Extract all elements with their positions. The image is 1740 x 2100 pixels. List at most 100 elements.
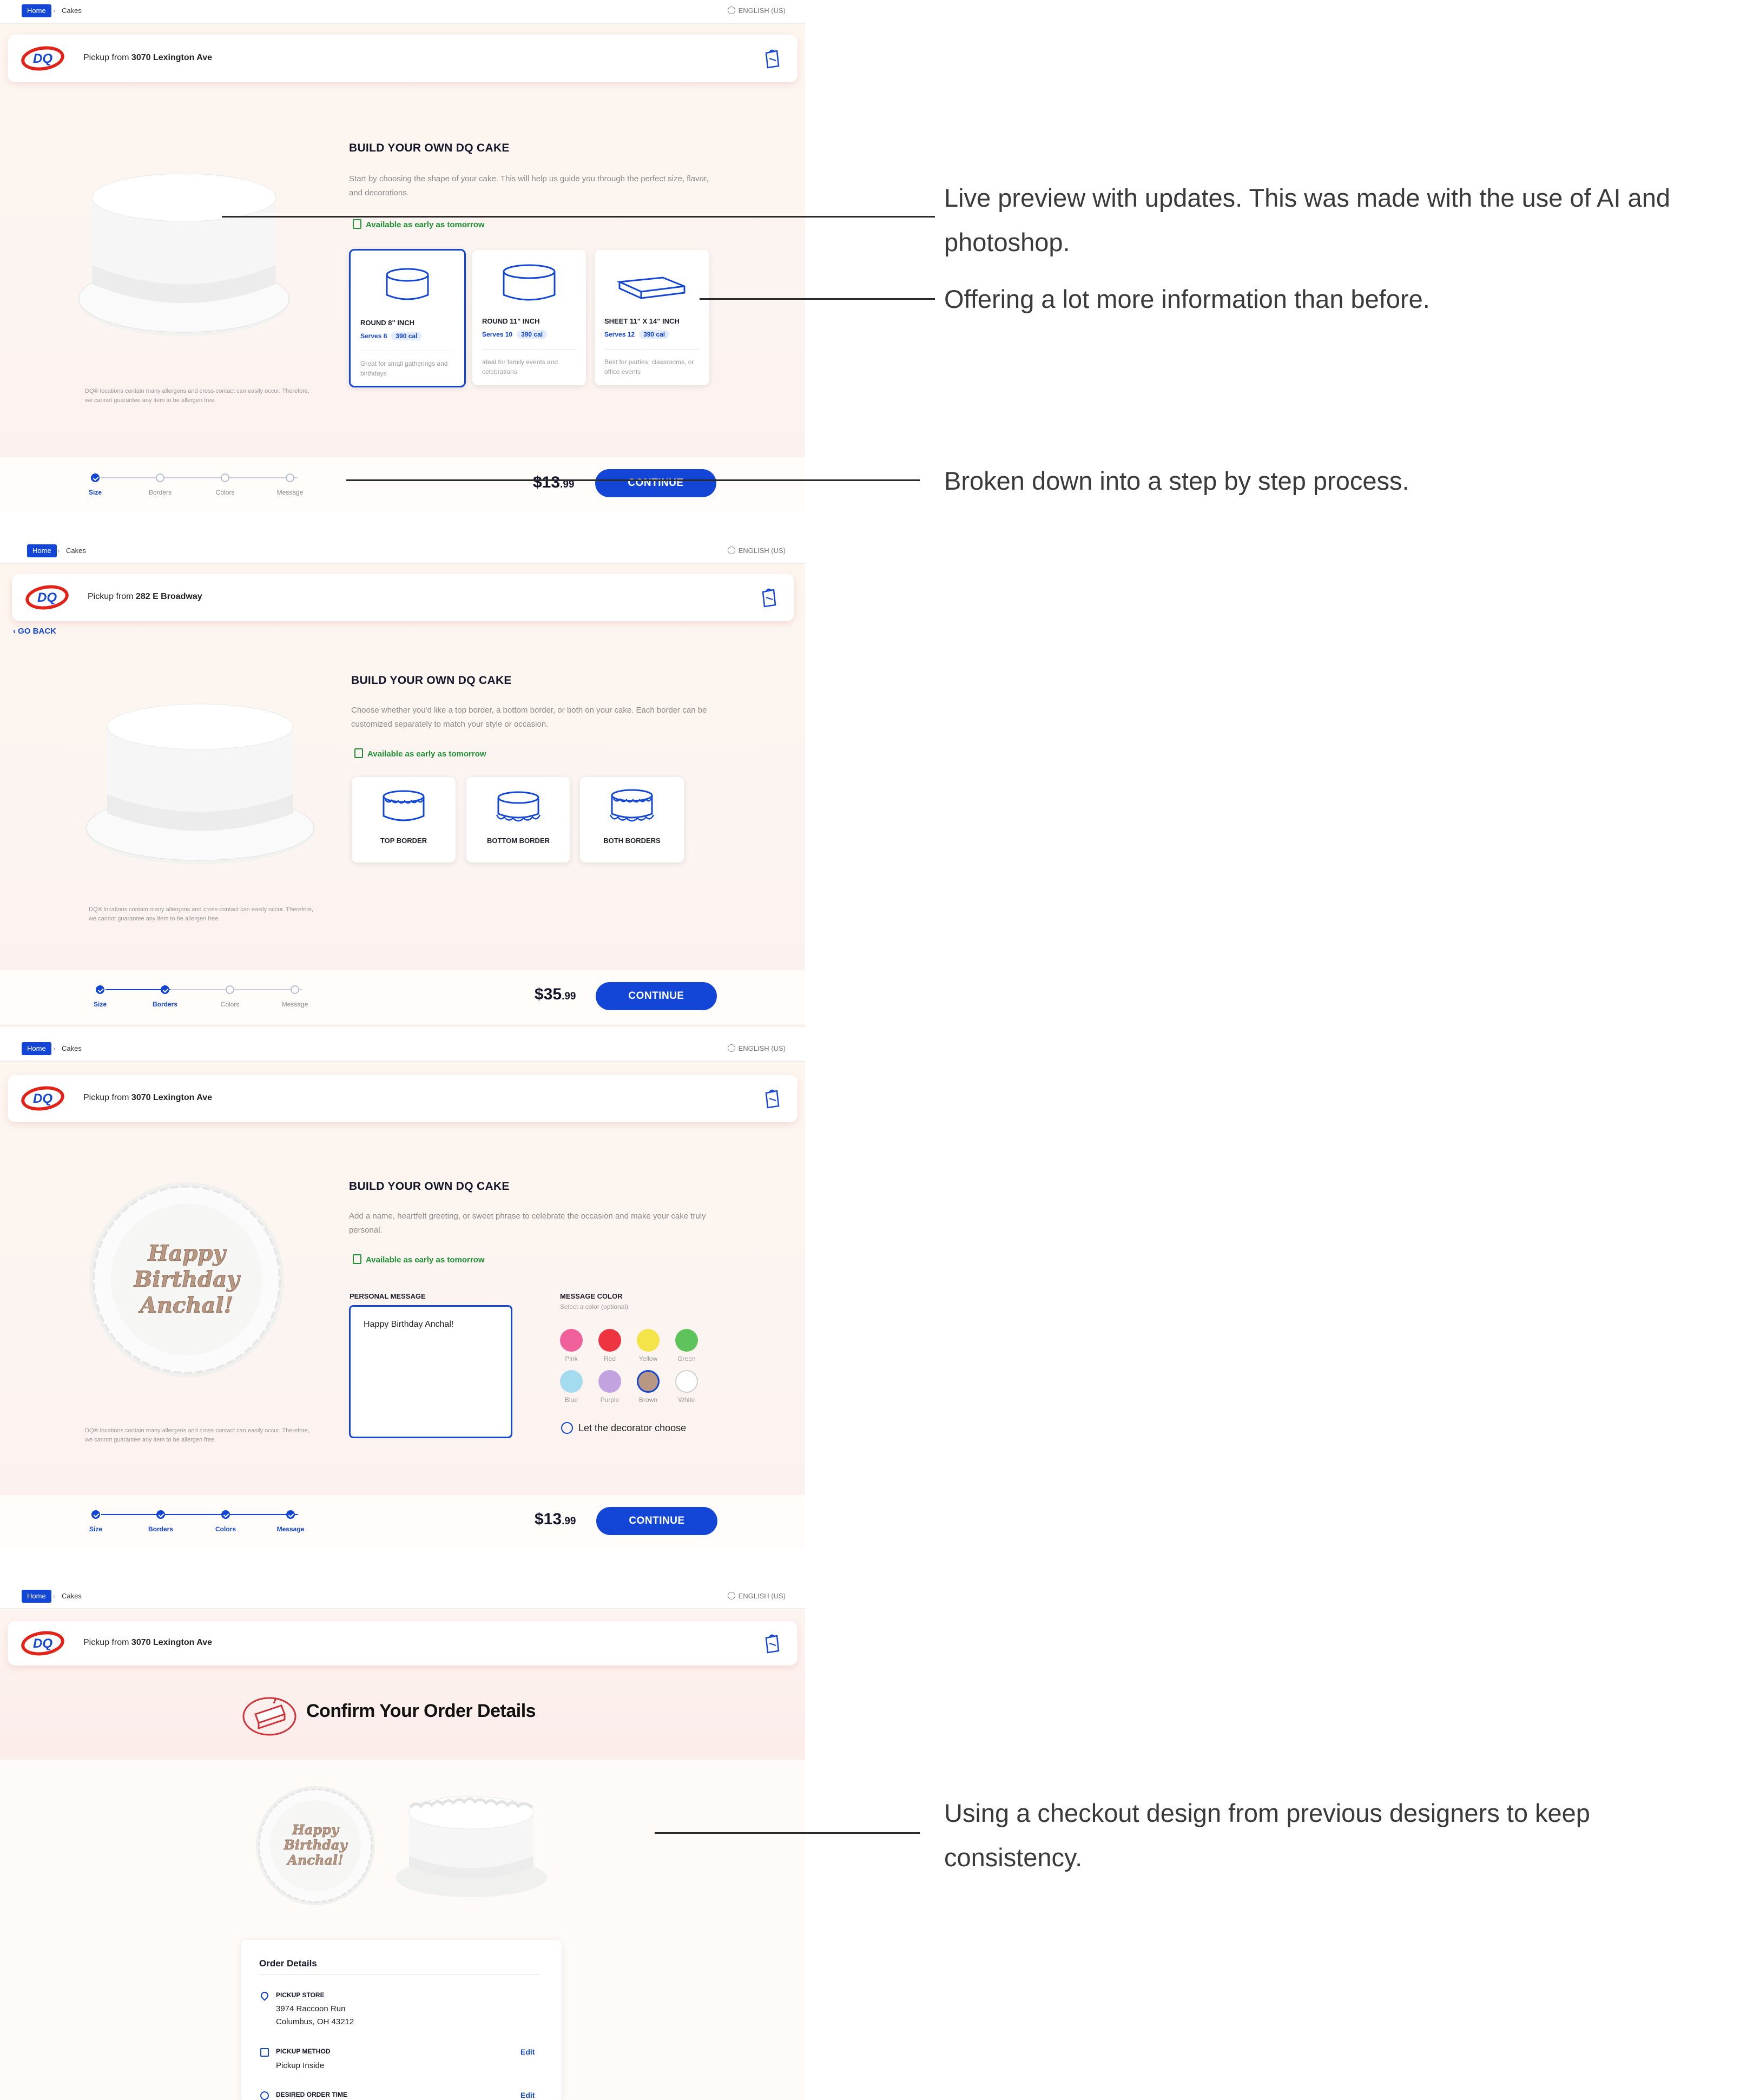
desired-time-edit-link[interactable]: Edit (520, 2091, 535, 2099)
step-dot-colors[interactable] (221, 473, 229, 482)
step-footer: Size Borders Colors Message $13.99 CONTI… (0, 1495, 805, 1549)
both-borders-cake-icon (609, 789, 655, 822)
cake-message-line-3: Anchal! (138, 1293, 233, 1318)
color-label-brown: Brown (638, 1396, 657, 1404)
language-selector[interactable]: ENGLISH (US) (727, 1590, 786, 1603)
card-title: SHEET 11" X 14" INCH (604, 317, 680, 325)
message-color-label: MESSAGE COLOR (560, 1292, 623, 1300)
breadcrumb-home[interactable]: Home (22, 4, 51, 17)
continue-button[interactable]: CONTINUE (595, 469, 716, 497)
pickup-location[interactable]: Pickup from 3070 Lexington Ave (83, 1638, 212, 1648)
color-swatch-yellow[interactable] (637, 1329, 660, 1352)
step-dot-borders[interactable] (156, 473, 164, 482)
step-description: Start by choosing the shape of your cake… (349, 174, 709, 198)
calorie-badge: 390 cal (517, 330, 548, 339)
allergen-disclaimer: DQ® locations contain many allergens and… (89, 906, 314, 922)
color-label-yellow: Yellow (638, 1355, 658, 1362)
step-dot-message[interactable] (291, 985, 299, 994)
language-selector[interactable]: ENGLISH (US) (727, 4, 786, 17)
step-dot-size[interactable] (96, 985, 104, 994)
price-display: $35.99 (535, 985, 576, 1004)
step-dot-colors[interactable] (221, 1510, 230, 1519)
bag-icon[interactable] (761, 587, 777, 608)
language-label: ENGLISH (US) (738, 1044, 786, 1052)
pickup-store-name: 3070 Lexington Ave (131, 53, 213, 62)
language-label: ENGLISH (US) (738, 1592, 786, 1600)
bag-icon[interactable] (764, 48, 780, 69)
pickup-prefix: Pickup from (83, 1093, 129, 1102)
cake-top-image: Happy Birthday Anchal! (256, 1786, 375, 1905)
pickup-location[interactable]: Pickup from 282 E Broadway (88, 592, 202, 602)
language-label: ENGLISH (US) (738, 6, 786, 15)
color-swatch-purple[interactable] (598, 1370, 621, 1393)
location-pin-icon (259, 1990, 270, 2001)
dq-logo-icon[interactable]: DQ (19, 1627, 66, 1660)
size-option-round-8[interactable]: ROUND 8" INCH Serves 8 390 cal Great for … (349, 249, 466, 387)
breadcrumb-home[interactable]: Home (27, 544, 57, 557)
pickup-location[interactable]: Pickup from 3070 Lexington Ave (83, 1093, 212, 1103)
breadcrumb-cakes[interactable]: Cakes (62, 4, 82, 17)
border-option-both[interactable]: BOTH BORDERS (580, 777, 684, 863)
go-back-label: GO BACK (18, 627, 57, 636)
price-main: $13 (535, 1510, 562, 1528)
annotation-pointer-3 (346, 479, 920, 481)
language-selector[interactable]: ENGLISH (US) (727, 1042, 786, 1055)
step-dot-borders[interactable] (161, 985, 169, 994)
bag-icon[interactable] (764, 1632, 780, 1654)
color-swatch-green[interactable] (675, 1329, 698, 1352)
cake-message-line-2: Birthday (284, 1837, 348, 1853)
continue-button[interactable]: CONTINUE (596, 982, 717, 1010)
color-swatch-brown-selected[interactable] (637, 1370, 660, 1393)
language-selector[interactable]: ENGLISH (US) (727, 544, 786, 557)
personal-message-input[interactable]: Happy Birthday Anchal! (349, 1305, 512, 1438)
breadcrumb-home[interactable]: Home (22, 1042, 51, 1055)
card-description: Ideal for family events and celebrations (482, 358, 558, 376)
annotation-more-info: Offering a lot more information than bef… (944, 285, 1430, 313)
build-title: BUILD YOUR OWN DQ CAKE (351, 674, 512, 687)
step-dot-colors[interactable] (226, 985, 234, 994)
pickup-store-label: PICKUP STORE (276, 1991, 325, 1999)
color-label-red: Red (603, 1355, 616, 1362)
pickup-method-edit-link[interactable]: Edit (520, 2048, 535, 2056)
size-option-sheet[interactable]: SHEET 11" X 14" INCH Serves 12 390 cal Be… (595, 250, 709, 385)
size-option-round-11[interactable]: ROUND 11" INCH Serves 10 390 cal Ideal fo… (472, 250, 586, 385)
breadcrumb-cakes[interactable]: Cakes (62, 1042, 82, 1055)
continue-button[interactable]: CONTINUE (596, 1507, 717, 1535)
color-label-pink: Pink (565, 1355, 578, 1362)
cake-message-line-1: Happy (148, 1241, 227, 1266)
price-cents: .99 (562, 991, 576, 1002)
dq-logo-icon[interactable]: DQ (24, 581, 70, 614)
bag-icon[interactable] (764, 1088, 780, 1109)
radio-icon[interactable] (561, 1422, 573, 1434)
step-dot-size[interactable] (91, 1510, 100, 1519)
step-dot-message[interactable] (286, 473, 294, 482)
globe-icon (727, 1044, 735, 1052)
color-swatch-red[interactable] (598, 1329, 621, 1352)
step-dot-message[interactable] (286, 1510, 295, 1519)
calorie-badge: 390 cal (639, 330, 670, 339)
breadcrumb-cakes[interactable]: Cakes (66, 544, 86, 557)
border-option-top[interactable]: TOP BORDER (352, 777, 456, 863)
decorator-label: Let the decorator choose (578, 1423, 687, 1433)
step-label-colors: Colors (215, 489, 235, 496)
confirm-title: Confirm Your Order Details (306, 1701, 536, 1721)
breadcrumb-home[interactable]: Home (22, 1590, 51, 1603)
screen-message-step: Home › Cakes ENGLISH (US) DQ Pickup from… (0, 1038, 805, 1549)
pickup-bar: DQ Pickup from 3070 Lexington Ave (8, 1621, 797, 1665)
color-swatch-pink[interactable] (560, 1329, 583, 1352)
color-swatch-blue[interactable] (560, 1370, 583, 1393)
step-dot-borders[interactable] (156, 1510, 165, 1519)
decorator-choose-option[interactable]: Let the decorator choose (561, 1422, 686, 1434)
pickup-location[interactable]: Pickup from 3070 Lexington Ave (83, 53, 212, 63)
svg-text:DQ: DQ (37, 590, 57, 605)
go-back-link[interactable]: ‹ GO BACK (13, 627, 56, 636)
step-dot-size[interactable] (91, 473, 100, 482)
color-swatch-white[interactable] (675, 1370, 698, 1393)
annotation-pointer-4 (655, 1832, 920, 1834)
breadcrumb-cakes[interactable]: Cakes (62, 1590, 82, 1603)
dq-logo-icon[interactable]: DQ (19, 1082, 66, 1115)
border-option-bottom[interactable]: BOTTOM BORDER (466, 777, 570, 863)
card-serves: Serves 12 390 cal (604, 330, 670, 339)
dq-logo-icon[interactable]: DQ (19, 42, 66, 75)
bottom-border-cake-icon (496, 791, 541, 822)
